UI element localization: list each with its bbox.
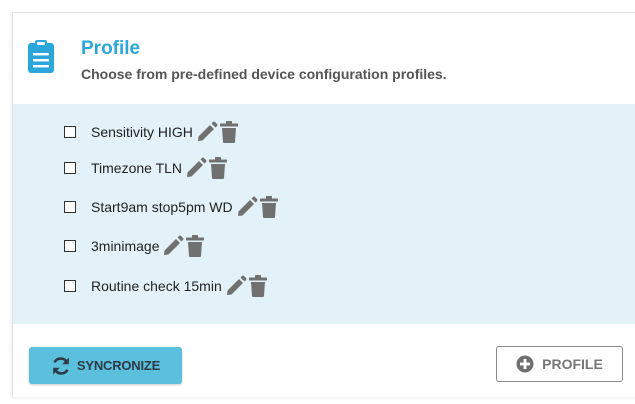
profile-checkbox[interactable] xyxy=(64,162,76,174)
synchronize-label: SYNCRONIZE xyxy=(76,358,161,373)
profile-list-item: Start9am stop5pm WD xyxy=(64,193,279,221)
refresh-icon xyxy=(53,356,69,375)
synchronize-button[interactable]: SYNCRONIZE xyxy=(29,347,182,384)
profile-label: 3minimage xyxy=(91,238,160,254)
trash-icon[interactable] xyxy=(259,196,279,218)
profile-label: Start9am stop5pm WD xyxy=(91,199,233,215)
pencil-icon[interactable] xyxy=(185,157,207,179)
profile-label: Routine check 15min xyxy=(91,278,222,294)
trash-icon[interactable] xyxy=(219,121,239,143)
profile-checkbox[interactable] xyxy=(64,280,76,292)
pencil-icon[interactable] xyxy=(236,196,258,218)
profile-checkbox[interactable] xyxy=(64,126,76,138)
pencil-icon[interactable] xyxy=(225,275,247,297)
profile-label: Sensitivity HIGH xyxy=(91,124,193,140)
profile-list-item: Timezone TLN xyxy=(64,154,228,182)
clipboard-icon xyxy=(28,40,54,73)
profile-list-item: Routine check 15min xyxy=(64,272,268,300)
pencil-icon[interactable] xyxy=(162,235,184,257)
plus-circle-icon xyxy=(516,355,534,373)
profile-label: Timezone TLN xyxy=(91,160,183,176)
profile-list-item: 3minimage xyxy=(64,232,205,260)
profile-header: Profile Choose from pre-defined device c… xyxy=(13,13,635,103)
profile-card: Profile Choose from pre-defined device c… xyxy=(12,12,635,397)
trash-icon[interactable] xyxy=(208,157,228,179)
add-profile-button[interactable]: PROFILE xyxy=(496,346,623,382)
profile-checkbox[interactable] xyxy=(64,201,76,213)
profile-checkbox[interactable] xyxy=(64,240,76,252)
trash-icon[interactable] xyxy=(248,275,268,297)
add-profile-label: PROFILE xyxy=(542,356,603,372)
profile-footer: SYNCRONIZE PROFILE xyxy=(13,325,635,397)
pencil-icon[interactable] xyxy=(196,121,218,143)
page-title: Profile xyxy=(81,38,141,59)
profile-list: Sensitivity HIGH Timezone TLN Start9am s… xyxy=(13,104,635,324)
page-subtitle: Choose from pre-defined device configura… xyxy=(81,66,447,82)
profile-list-item: Sensitivity HIGH xyxy=(64,118,239,146)
trash-icon[interactable] xyxy=(185,235,205,257)
